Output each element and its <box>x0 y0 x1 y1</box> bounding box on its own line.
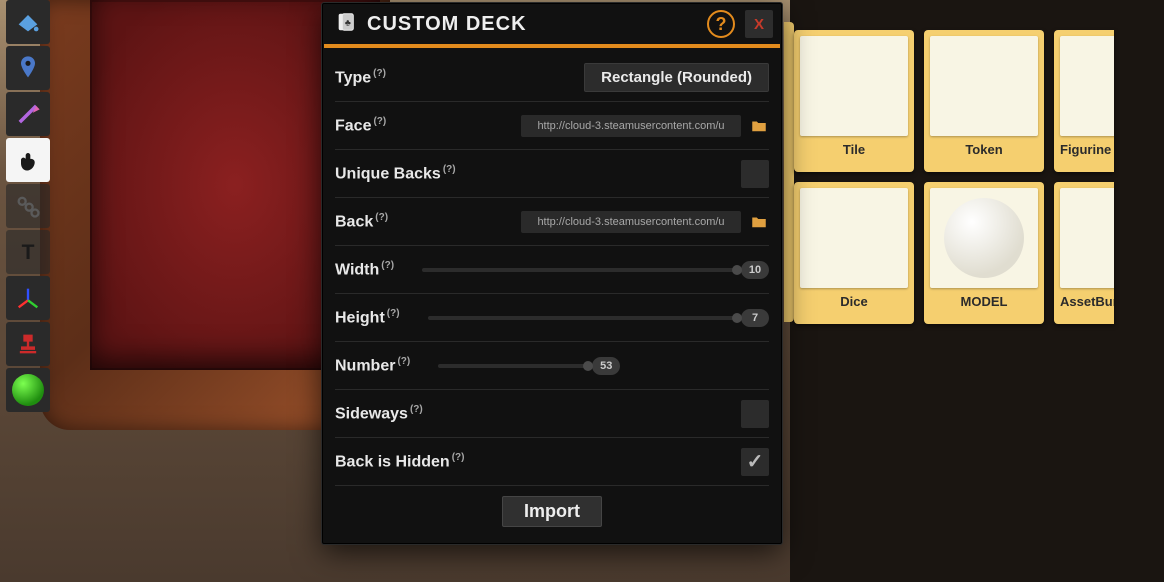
help-marker[interactable]: (?) <box>443 164 456 175</box>
help-marker[interactable]: (?) <box>373 68 386 79</box>
help-marker[interactable]: (?) <box>381 260 394 271</box>
row-back-hidden: Back is Hidden(?) <box>335 438 769 486</box>
library-card-label: Figurine <box>1060 142 1111 157</box>
paint-bucket-icon[interactable] <box>6 0 50 44</box>
import-button[interactable]: Import <box>502 496 602 527</box>
dialog-title: CUSTOM DECK <box>367 13 697 36</box>
label-width: Width(?) <box>335 260 394 279</box>
row-back: Back(?) <box>335 198 769 246</box>
label-height: Height(?) <box>335 308 400 327</box>
chain-joint-icon[interactable] <box>6 184 50 228</box>
library-card-model[interactable]: MODEL <box>924 182 1044 324</box>
help-marker[interactable]: (?) <box>373 116 386 127</box>
left-toolbar: T <box>6 0 50 412</box>
label-back-hidden: Back is Hidden(?) <box>335 452 464 471</box>
label-type: Type(?) <box>335 68 386 87</box>
library-card-token[interactable]: Token <box>924 30 1044 172</box>
deck-icon: ♣ <box>335 11 357 38</box>
row-width: Width(?) 10 <box>335 246 769 294</box>
width-value: 10 <box>741 261 769 279</box>
hand-grab-icon[interactable] <box>6 138 50 182</box>
face-browse-button[interactable] <box>749 116 769 136</box>
help-marker[interactable]: (?) <box>410 404 423 415</box>
dialog-help-button[interactable]: ? <box>707 10 735 38</box>
library-card-label: AssetBundle <box>1060 294 1114 309</box>
row-height: Height(?) 7 <box>335 294 769 342</box>
library-card-partial[interactable] <box>784 22 794 322</box>
dialog-close-button[interactable]: X <box>745 10 773 38</box>
svg-text:T: T <box>22 241 35 264</box>
number-slider[interactable] <box>438 364 588 368</box>
custom-deck-dialog: ♣ CUSTOM DECK ? X Type(?) Rectangle (Rou… <box>322 3 782 544</box>
dialog-titlebar[interactable]: ♣ CUSTOM DECK ? X <box>323 4 781 44</box>
help-marker[interactable]: (?) <box>397 356 410 367</box>
height-value: 7 <box>741 309 769 327</box>
library-card-label: Tile <box>843 142 865 157</box>
object-library-grid: Tile Token Figurine Dice MODEL AssetBund… <box>794 30 1164 324</box>
library-card-dice[interactable]: Dice <box>794 182 914 324</box>
help-marker[interactable]: (?) <box>375 212 388 223</box>
label-number: Number(?) <box>335 356 410 375</box>
gizmo-axes-icon[interactable] <box>6 276 50 320</box>
row-face: Face(?) <box>335 102 769 150</box>
stamp-icon[interactable] <box>6 322 50 366</box>
color-ball[interactable] <box>6 368 50 412</box>
row-sideways: Sideways(?) <box>335 390 769 438</box>
library-card-figurine[interactable]: Figurine <box>1054 30 1114 172</box>
height-slider[interactable] <box>428 316 737 320</box>
back-browse-button[interactable] <box>749 212 769 232</box>
width-slider[interactable] <box>422 268 737 272</box>
type-dropdown[interactable]: Rectangle (Rounded) <box>584 63 769 92</box>
library-card-label: Dice <box>840 294 867 309</box>
line-tool-icon[interactable] <box>6 92 50 136</box>
svg-text:♣: ♣ <box>345 17 351 27</box>
label-back: Back(?) <box>335 212 388 231</box>
row-type: Type(?) Rectangle (Rounded) <box>335 54 769 102</box>
back-hidden-checkbox[interactable] <box>741 448 769 476</box>
unique-backs-checkbox[interactable] <box>741 160 769 188</box>
library-card-label: MODEL <box>961 294 1008 309</box>
library-card-assetbundle[interactable]: AssetBundle <box>1054 182 1114 324</box>
row-unique-backs: Unique Backs(?) <box>335 150 769 198</box>
library-card-label: Token <box>965 142 1002 157</box>
help-marker[interactable]: (?) <box>387 308 400 319</box>
help-marker[interactable]: (?) <box>452 452 465 463</box>
label-face: Face(?) <box>335 116 386 135</box>
sideways-checkbox[interactable] <box>741 400 769 428</box>
label-unique-backs: Unique Backs(?) <box>335 164 456 183</box>
row-number: Number(?) 53 <box>335 342 769 390</box>
number-value: 53 <box>592 357 620 375</box>
text-tool-icon[interactable]: T <box>6 230 50 274</box>
back-url-input[interactable] <box>521 211 741 233</box>
label-sideways: Sideways(?) <box>335 404 423 423</box>
location-pin-icon[interactable] <box>6 46 50 90</box>
library-card-tile[interactable]: Tile <box>794 30 914 172</box>
face-url-input[interactable] <box>521 115 741 137</box>
